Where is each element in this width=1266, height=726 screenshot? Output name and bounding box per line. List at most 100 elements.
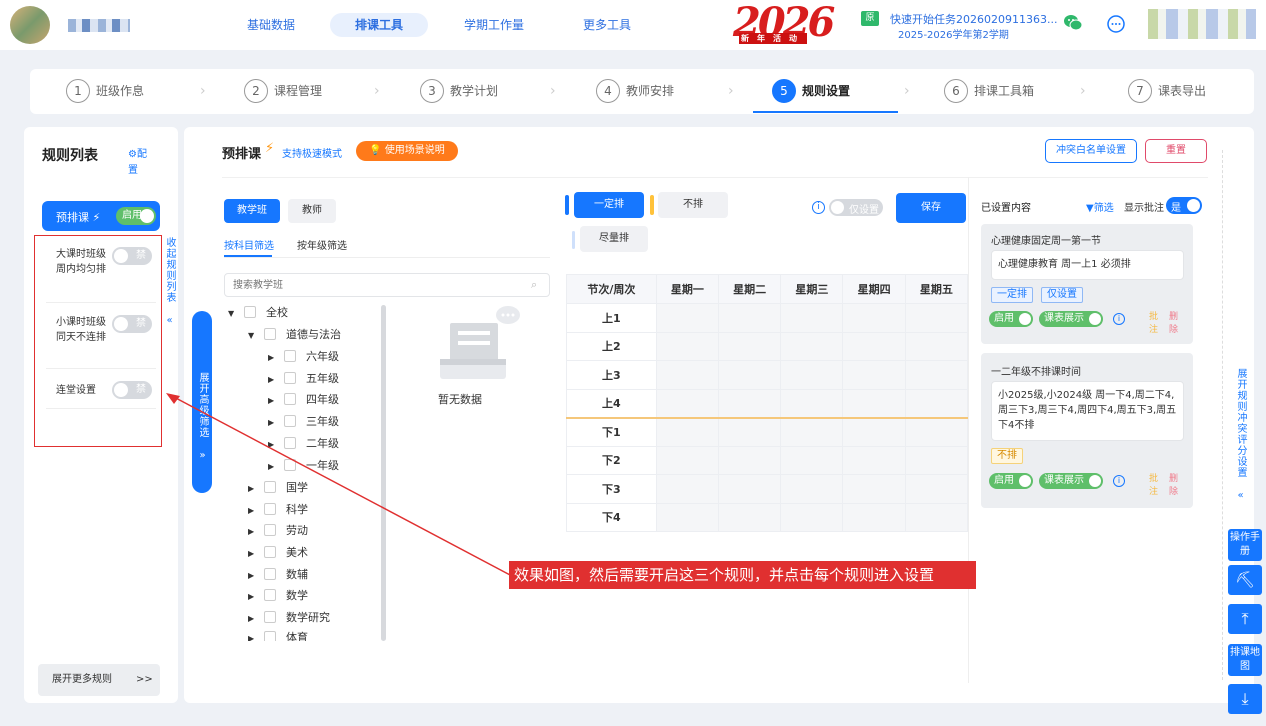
usage-guide-button[interactable]: 💡 使用场景说明 — [356, 141, 458, 161]
step-toolbox[interactable]: 6 排课工具箱 — [944, 79, 1034, 103]
grid-cell[interactable] — [842, 502, 906, 532]
grid-cell[interactable] — [780, 360, 844, 390]
note-button[interactable]: 批注 — [1149, 473, 1159, 499]
rule-item-even-distribution[interactable]: 大课时班级周内均匀排 禁 — [46, 245, 156, 303]
show-note-toggle[interactable]: 是 — [1166, 197, 1202, 214]
tree-node[interactable]: ▶ 二年级 — [268, 435, 339, 453]
preset-toggle[interactable]: 启用 — [116, 207, 156, 225]
grid-cell[interactable] — [717, 474, 782, 504]
search-box[interactable]: ⌕ — [224, 273, 550, 297]
tree-node[interactable]: ▶ 四年级 — [268, 391, 339, 409]
grid-cell[interactable] — [655, 474, 720, 504]
grid-cell[interactable] — [842, 388, 906, 418]
collapse-rule-list[interactable]: 收起规则列表 « — [162, 237, 176, 327]
grid-cell[interactable] — [717, 303, 782, 333]
tree-node[interactable]: ▶ 科学 — [248, 501, 308, 519]
grid-cell[interactable] — [842, 445, 906, 475]
config-link[interactable]: ⚙配置 — [128, 147, 154, 179]
nav-scheduling-tools[interactable]: 排课工具 — [330, 13, 428, 37]
grid-cell[interactable] — [655, 303, 720, 333]
grid-cell[interactable] — [655, 417, 720, 447]
setting-card[interactable]: 心理健康固定周一第一节 心理健康教育 周一上1 必须排 一定排 仅设置 启用 课… — [981, 224, 1193, 344]
new-year-logo[interactable]: 2026 新年活动 — [733, 2, 835, 46]
grid-cell[interactable] — [655, 360, 720, 390]
whitelist-button[interactable]: 冲突白名单设置 — [1045, 139, 1137, 163]
only-set-toggle[interactable]: 仅设置 — [829, 199, 883, 216]
wechat-icon[interactable] — [1063, 14, 1083, 32]
grid-cell[interactable] — [717, 360, 782, 390]
tree-node[interactable]: ▶ 六年级 — [268, 348, 339, 366]
enable-toggle[interactable]: 启用 — [989, 473, 1033, 489]
task-title[interactable]: 快速开始任务2026020911363... — [890, 11, 1057, 27]
grid-cell[interactable] — [780, 445, 844, 475]
download-icon[interactable]: ⤓ — [1228, 684, 1262, 714]
grid-cell[interactable] — [717, 502, 782, 532]
tree-node[interactable]: ▶ 国学 — [248, 479, 308, 497]
grid-cell[interactable] — [655, 388, 720, 418]
operation-manual-button[interactable]: 操作手册 — [1228, 529, 1262, 561]
grid-cell[interactable] — [842, 360, 906, 390]
grid-cell[interactable] — [717, 331, 782, 361]
message-icon[interactable] — [1106, 14, 1126, 34]
rule-toggle[interactable]: 禁 — [112, 315, 152, 333]
schedule-map-button[interactable]: 排课地图 — [1228, 644, 1262, 676]
grid-cell[interactable] — [780, 474, 844, 504]
info-icon[interactable]: i — [812, 201, 825, 214]
tree-node[interactable]: ▶ 数辅 — [248, 566, 308, 584]
grid-cell[interactable] — [717, 388, 782, 418]
step-export[interactable]: 7 课表导出 — [1128, 79, 1206, 103]
grid-cell[interactable] — [780, 331, 844, 361]
grid-cell[interactable] — [842, 417, 906, 447]
expand-rule-conflict-score[interactable]: 展开规则冲突评分设置 « — [1233, 368, 1247, 502]
grid-cell[interactable] — [780, 303, 844, 333]
school-avatar[interactable] — [10, 6, 50, 44]
grid-cell[interactable] — [904, 331, 969, 361]
reset-button[interactable]: 重置 — [1145, 139, 1207, 163]
info-icon[interactable]: i — [1113, 475, 1125, 487]
filter-by-grade[interactable]: 按年级筛选 — [297, 237, 347, 252]
tree-node[interactable]: ▶ 数学研究 — [248, 609, 330, 627]
filter-by-subject[interactable]: 按科目筛选 — [224, 237, 274, 252]
tree-node[interactable]: ▶ 五年级 — [268, 370, 339, 388]
display-toggle[interactable]: 课表展示 — [1039, 311, 1103, 327]
expand-more-rules-button[interactable]: 展开更多规则 >> — [38, 664, 160, 696]
grid-cell[interactable] — [655, 445, 720, 475]
grid-cell[interactable] — [780, 388, 844, 418]
grid-cell[interactable] — [904, 360, 969, 390]
expand-advanced-filter[interactable]: 展开高级筛选 » — [192, 311, 212, 493]
grid-cell[interactable] — [655, 331, 720, 361]
enable-toggle[interactable]: 启用 — [989, 311, 1033, 327]
rule-item-no-consecutive[interactable]: 小课时班级同天不连排 禁 — [46, 311, 156, 369]
nav-term-workload[interactable]: 学期工作量 — [454, 13, 534, 37]
user-info-blurred[interactable] — [1148, 9, 1256, 39]
tree-node[interactable]: ▶ 三年级 — [268, 413, 339, 431]
tree-scrollbar[interactable] — [381, 305, 386, 641]
rule-toggle[interactable]: 禁 — [112, 247, 152, 265]
delete-button[interactable]: 删除 — [1169, 473, 1179, 499]
step-class-schedule[interactable]: 1 班级作息 — [66, 79, 144, 103]
preset-rule-item[interactable]: 预排课 ⚡ 启用 — [42, 201, 160, 231]
grid-cell[interactable] — [904, 445, 969, 475]
tab-teaching-class[interactable]: 教学班 — [224, 199, 280, 223]
rule-item-consecutive[interactable]: 连堂设置 禁 — [46, 377, 156, 409]
grid-cell[interactable] — [842, 331, 906, 361]
step-course-manage[interactable]: 2 课程管理 — [244, 79, 322, 103]
mode-no-schedule[interactable]: 不排 — [658, 192, 728, 218]
paint-roller-icon[interactable]: ⛏ — [1228, 565, 1262, 595]
delete-button[interactable]: 删除 — [1169, 311, 1179, 337]
grid-cell[interactable] — [780, 417, 844, 447]
search-input[interactable] — [233, 277, 523, 293]
mode-must-schedule[interactable]: 一定排 — [574, 192, 644, 218]
step-teacher-assign[interactable]: 4 教师安排 — [596, 79, 674, 103]
tree-node[interactable]: ▶ 劳动 — [248, 522, 308, 540]
nav-basic-data[interactable]: 基础数据 — [236, 13, 306, 37]
nav-more-tools[interactable]: 更多工具 — [574, 13, 640, 37]
note-button[interactable]: 批注 — [1149, 311, 1159, 337]
mode-prefer[interactable]: 尽量排 — [580, 226, 648, 252]
grid-cell[interactable] — [842, 303, 906, 333]
step-teaching-plan[interactable]: 3 教学计划 — [420, 79, 498, 103]
tree-node[interactable]: ▶ 体育 — [248, 629, 308, 641]
grid-cell[interactable] — [904, 303, 969, 333]
display-toggle[interactable]: 课表展示 — [1039, 473, 1103, 489]
tree-node[interactable]: ▶ 美术 — [248, 544, 308, 562]
